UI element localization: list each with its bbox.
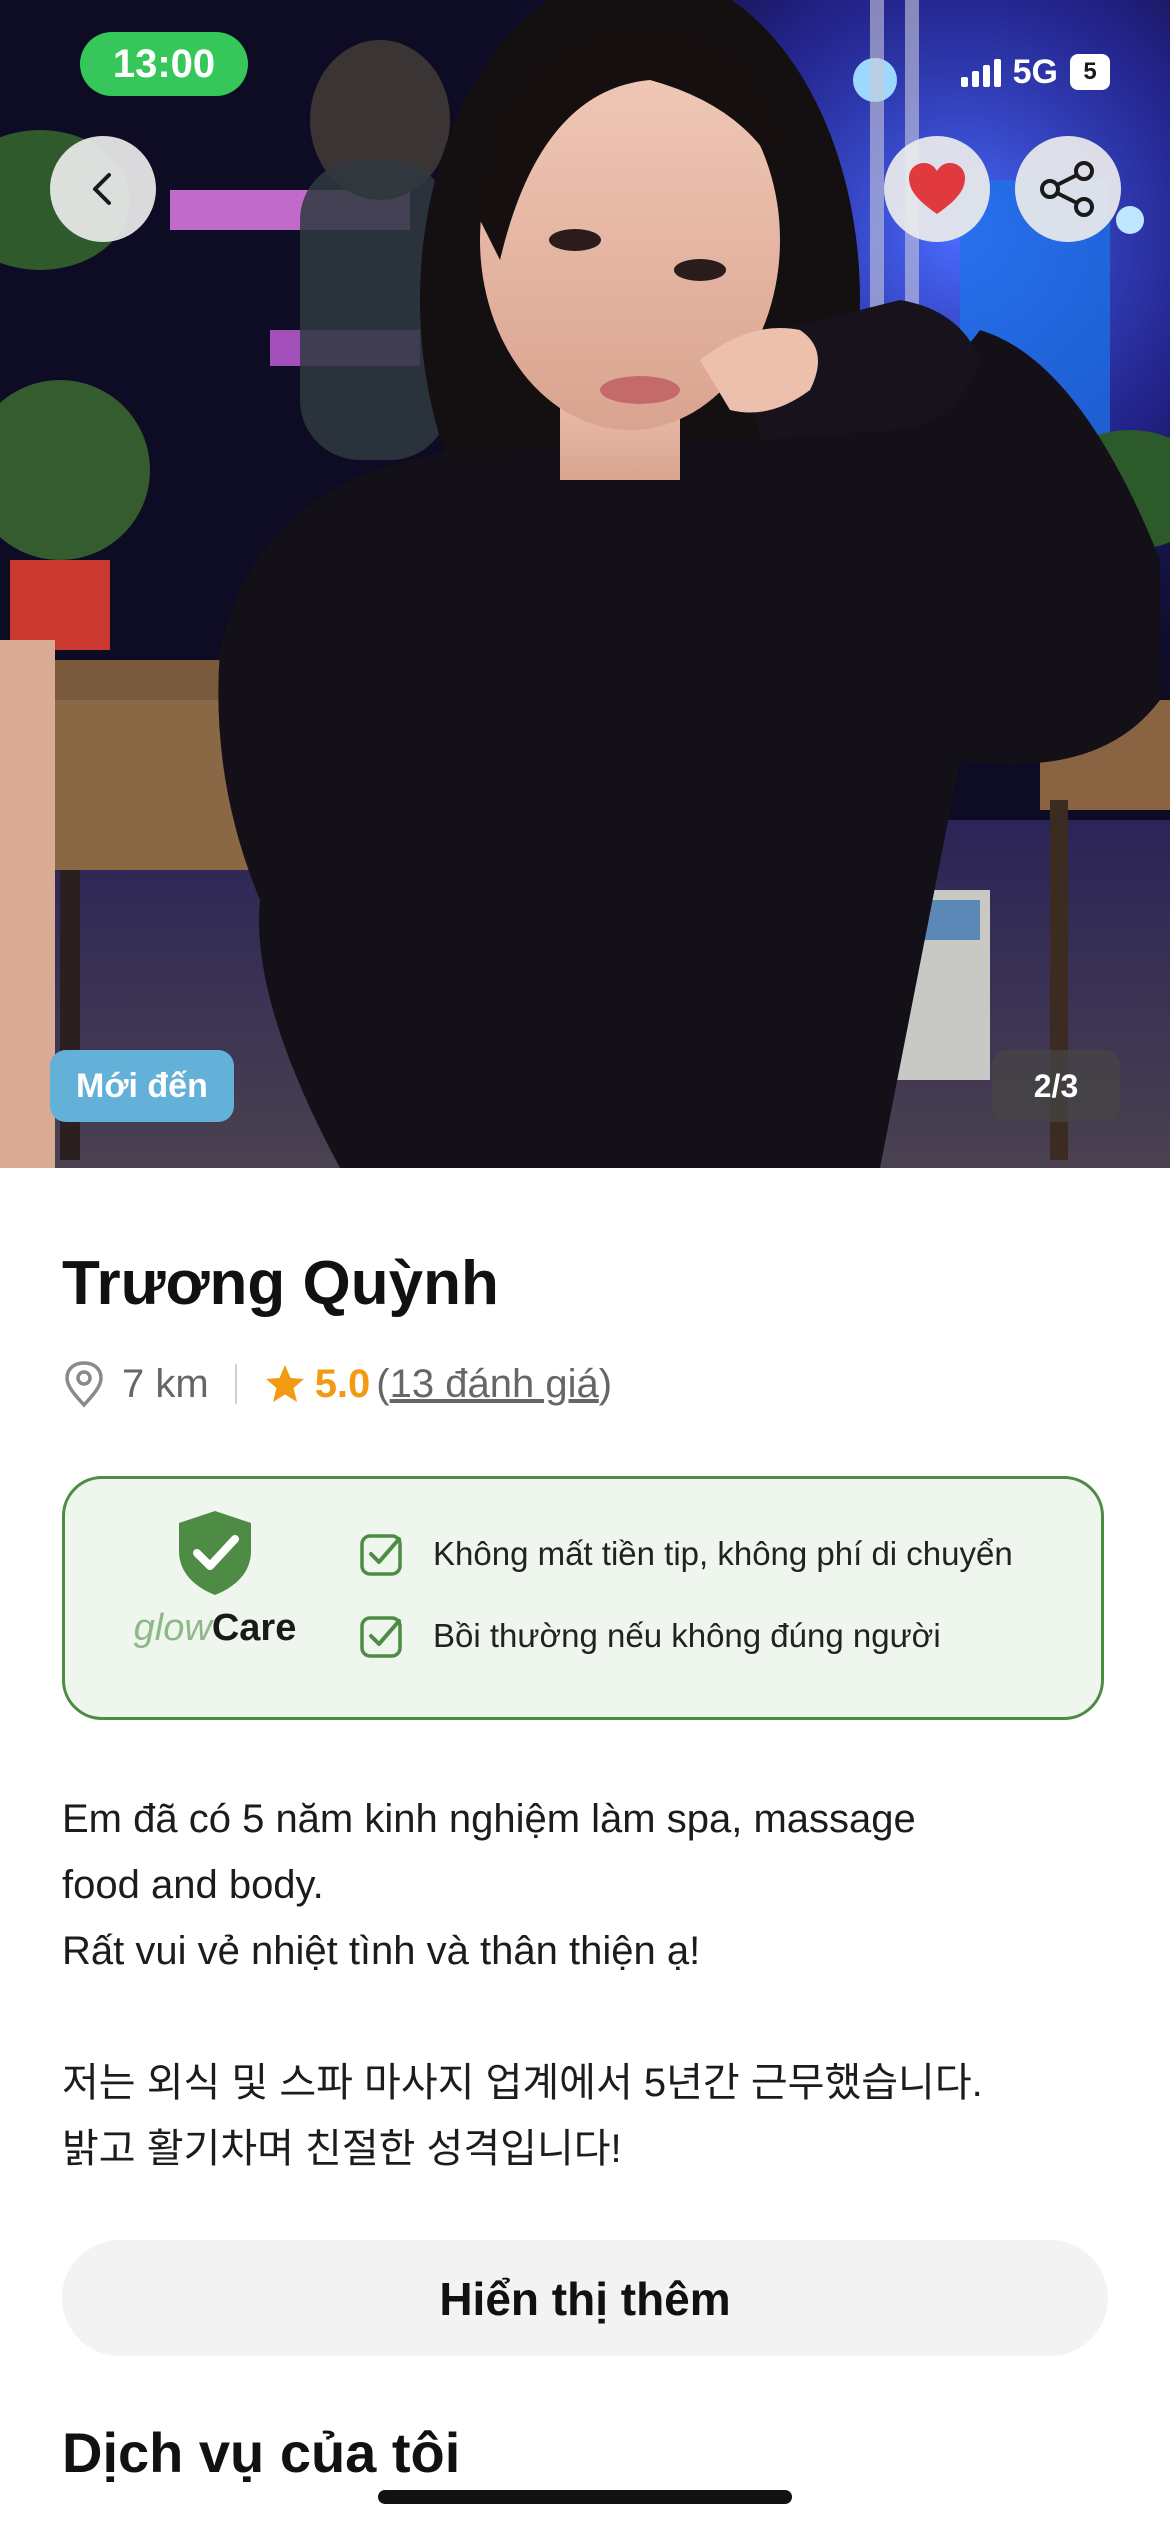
- share-button[interactable]: [1015, 136, 1121, 242]
- share-icon: [1040, 161, 1094, 217]
- distance-text: 7 km: [122, 1361, 209, 1406]
- signal-icon: [960, 57, 1001, 87]
- glowcare-benefit-2-text: Bồi thường nếu không đúng người: [433, 1617, 941, 1654]
- show-more-button[interactable]: Hiển thị thêm: [62, 2240, 1108, 2356]
- bio-line: food and body.: [62, 1863, 324, 1907]
- home-indicator[interactable]: [378, 2490, 792, 2504]
- glowcare-benefit-no-tip: Không mất tiền tip, không phí di chuyển: [359, 1531, 1013, 1577]
- bio-line: 저는 외식 및 스파 마사지 업계에서 5년간 근무했습니다.: [62, 2061, 983, 2105]
- glowcare-glow-text: glow: [133, 1607, 212, 1649]
- status-indicators: 5G 5: [960, 50, 1110, 94]
- services-section-title: Dịch vụ của tôi: [62, 2421, 461, 2484]
- profile-bio: Em đã có 5 năm kinh nghiệm làm spa, mass…: [62, 1786, 1112, 2182]
- glowcare-box: glowCare Không mất tiền tip, không phí d…: [62, 1476, 1104, 1720]
- favorite-button[interactable]: [884, 136, 990, 242]
- glowcare-logo: glowCare: [125, 1509, 305, 1650]
- profile-meta: 7 km 5.0 (13 đánh giá): [62, 1356, 612, 1412]
- bio-line: Em đã có 5 năm kinh nghiệm làm spa, mass…: [62, 1797, 916, 1841]
- location-pin-icon: [65, 1361, 103, 1408]
- heart-icon: [909, 163, 965, 214]
- network-type: 5G: [1012, 52, 1058, 91]
- star-icon: [265, 1365, 304, 1402]
- chevron-left-icon: [93, 173, 111, 205]
- status-time: 13:00: [80, 32, 248, 96]
- reviews-count[interactable]: 13 đánh giá: [390, 1362, 599, 1406]
- profile-photo[interactable]: 13:00 5G 5 Mới đến 2/3: [0, 0, 1170, 1168]
- reviews-close-paren: ): [598, 1361, 613, 1406]
- glowcare-care-text: Care: [211, 1607, 297, 1649]
- back-button[interactable]: [50, 136, 156, 242]
- glowcare-wordmark: glowCare: [125, 1607, 305, 1650]
- new-badge: Mới đến: [50, 1050, 234, 1122]
- bio-spacer: [62, 1984, 1112, 2050]
- bio-line: 밝고 활기차며 친절한 성격입니다!: [62, 2127, 622, 2171]
- bio-line: Rất vui vẻ nhiệt tình và thân thiện ạ!: [62, 1929, 701, 1973]
- profile-name: Trương Quỳnh: [62, 1249, 499, 1318]
- reviews-open-paren: (: [376, 1361, 390, 1406]
- shield-check-icon: [179, 1511, 251, 1595]
- profile-photo-image: [0, 0, 1170, 1168]
- glowcare-benefit-refund: Bồi thường nếu không đúng người: [359, 1613, 941, 1659]
- photo-counter: 2/3: [992, 1050, 1120, 1122]
- checkbox-icon: [360, 1616, 402, 1658]
- meta-divider: [234, 1364, 237, 1404]
- glowcare-benefit-1-text: Không mất tiền tip, không phí di chuyển: [433, 1535, 1013, 1572]
- reviews-link[interactable]: (13 đánh giá): [376, 1362, 612, 1407]
- checkbox-icon: [360, 1534, 402, 1576]
- battery-icon: 5: [1070, 54, 1110, 90]
- rating-value: 5.0: [314, 1361, 371, 1406]
